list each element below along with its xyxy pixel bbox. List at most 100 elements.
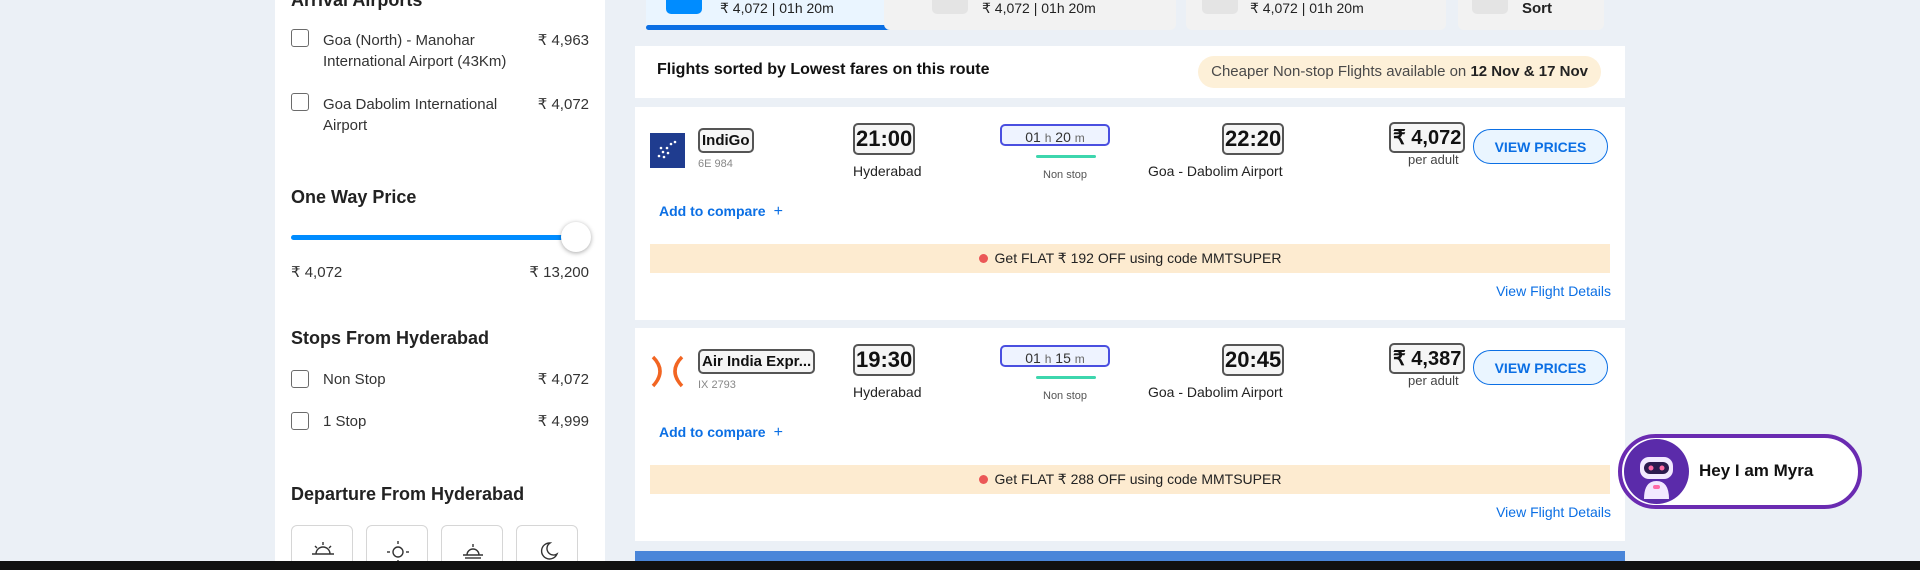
departure-night-tile[interactable] [516, 525, 578, 561]
sort-tab-recommended[interactable]: ₹ 4,072 | 01h 20m [1186, 0, 1446, 30]
early-morning-icon [312, 542, 334, 555]
price-range-max: ₹ 13,200 [529, 264, 589, 281]
duration-minutes-unit: m [1074, 131, 1085, 145]
flight-card: Air India Expr... IX 2793 19:30 Hyderaba… [635, 328, 1625, 541]
cheaper-prefix: Cheaper Non-stop Flights available on [1211, 63, 1467, 80]
next-flight-card-edge [635, 551, 1625, 561]
view-prices-button[interactable]: VIEW PRICES [1473, 129, 1608, 164]
sort-info-bar: Flights sorted by Lowest fares on this r… [635, 46, 1625, 98]
add-to-compare-link[interactable]: Add to compare + [659, 424, 783, 442]
route-line [1036, 155, 1096, 158]
active-tab-indicator [646, 25, 904, 30]
offer-text: Get FLAT ₹ 192 OFF using code MMTSUPER [994, 250, 1282, 266]
duration-hours-unit: h [1044, 352, 1052, 366]
duration-hours: 01 [1025, 129, 1041, 145]
departure-city: Hyderabad [853, 384, 922, 400]
myra-bot-icon [1624, 439, 1689, 504]
view-prices-button[interactable]: VIEW PRICES [1473, 350, 1608, 385]
morning-icon [387, 541, 409, 561]
duration-minutes: 20 [1055, 129, 1071, 145]
flight-code: IX 2793 [698, 379, 736, 391]
checkbox-one-stop[interactable] [291, 412, 309, 430]
duration-hours-unit: h [1044, 131, 1052, 145]
myra-greeting: Hey I am Myra [1699, 461, 1814, 480]
add-to-compare-link[interactable]: Add to compare + [659, 203, 783, 221]
stop-info: Non stop [1043, 169, 1088, 181]
myra-chat-button[interactable]: Hey I am Myra [1618, 434, 1862, 509]
offer-text: Get FLAT ₹ 288 OFF using code MMTSUPER [994, 471, 1282, 487]
duration-minutes-unit: m [1074, 352, 1085, 366]
plus-icon: + [773, 424, 783, 441]
price-range-min: ₹ 4,072 [291, 264, 343, 281]
filter-price: ₹ 4,963 [537, 32, 589, 49]
arrival-time: 20:45 [1222, 344, 1285, 376]
add-to-compare-label: Add to compare [659, 424, 766, 440]
checkbox-non-stop[interactable] [291, 370, 309, 388]
departure-time: 21:00 [853, 123, 916, 155]
sort-tab-summary: ₹ 4,072 | 01h 20m [720, 0, 834, 16]
sort-info-text: Flights sorted by Lowest fares on this r… [657, 61, 990, 78]
checkbox-arrival-goa-dabolim[interactable] [291, 93, 309, 111]
per-adult-label: per adult [1408, 373, 1459, 388]
offer-dot-icon [978, 253, 988, 263]
filter-label: 1 Stop [323, 413, 367, 430]
taskbar-strip [0, 561, 1920, 570]
plus-icon: + [773, 203, 783, 220]
offer-strip: Get FLAT ₹ 192 OFF using code MMTSUPER [650, 244, 1610, 273]
route-line [1036, 376, 1096, 379]
flight-duration: 01 h 15 m [1000, 345, 1110, 367]
view-flight-details-link[interactable]: View Flight Details [1496, 283, 1611, 299]
price-slider-handle[interactable] [561, 222, 591, 252]
sort-tab-summary: ₹ 4,072 | 01h 20m [982, 0, 1096, 16]
filter-label: Goa Dabolim International Airport [323, 96, 498, 134]
duration-minutes: 15 [1055, 350, 1071, 366]
departure-city: Hyderabad [853, 163, 922, 179]
arrival-city: Goa - Dabolim Airport [1148, 163, 1283, 179]
sort-label: Sort [1522, 0, 1552, 17]
flight-code: 6E 984 [698, 158, 733, 170]
filter-price: ₹ 4,072 [537, 96, 589, 113]
filter-price: ₹ 4,072 [537, 371, 589, 388]
flight-duration: 01 h 20 m [1000, 124, 1110, 146]
airline-name: IndiGo [698, 128, 754, 153]
filter-label: Non Stop [323, 371, 386, 388]
offer-strip: Get FLAT ₹ 288 OFF using code MMTSUPER [650, 465, 1610, 494]
arrival-time: 22:20 [1222, 123, 1285, 155]
stop-info: Non stop [1043, 390, 1088, 402]
arrival-city: Goa - Dabolim Airport [1148, 384, 1283, 400]
sort-tab-summary: ₹ 4,072 | 01h 20m [1250, 0, 1364, 16]
flight-price: ₹ 4,072 [1389, 122, 1466, 153]
duration-hours: 01 [1025, 350, 1041, 366]
cheaper-dates: 12 Nov & 17 Nov [1470, 63, 1588, 80]
sort-tab-fastest[interactable]: ₹ 4,072 | 01h 20m [884, 0, 1176, 30]
filters-sidebar: Arrival Airports Goa (North) - Manohar I… [275, 0, 605, 561]
sort-icon [1472, 0, 1508, 14]
price-slider-track[interactable] [291, 235, 577, 240]
air-india-express-logo [651, 355, 684, 388]
departure-heading: Departure From Hyderabad [291, 484, 525, 504]
fastest-icon [932, 0, 968, 14]
filter-price: ₹ 4,999 [537, 413, 589, 430]
view-flight-details-link[interactable]: View Flight Details [1496, 504, 1611, 520]
cheaper-flights-pill[interactable]: Cheaper Non-stop Flights available on 12… [1198, 56, 1601, 88]
cheapest-icon [666, 0, 702, 14]
checkbox-arrival-goa-north[interactable] [291, 29, 309, 47]
star-icon [1202, 0, 1238, 14]
per-adult-label: per adult [1408, 152, 1459, 167]
departure-time: 19:30 [853, 344, 916, 376]
one-way-price-heading: One Way Price [291, 187, 417, 207]
departure-morning-tile[interactable] [366, 525, 428, 561]
indigo-logo [650, 133, 685, 168]
filter-label: Goa (North) - Manohar International Airp… [323, 32, 507, 70]
night-icon [540, 542, 559, 560]
arrival-airports-heading: Arrival Airports [291, 0, 423, 10]
departure-evening-tile[interactable] [441, 525, 503, 561]
flight-card: IndiGo 6E 984 21:00 Hyderabad 01 h 20 m … [635, 107, 1625, 320]
add-to-compare-label: Add to compare [659, 203, 766, 219]
evening-icon [463, 544, 483, 559]
departure-early-morning-tile[interactable] [291, 525, 353, 561]
stops-heading: Stops From Hyderabad [291, 328, 490, 348]
flight-price: ₹ 4,387 [1389, 343, 1466, 374]
offer-dot-icon [978, 474, 988, 484]
airline-name: Air India Expr... [698, 349, 816, 374]
